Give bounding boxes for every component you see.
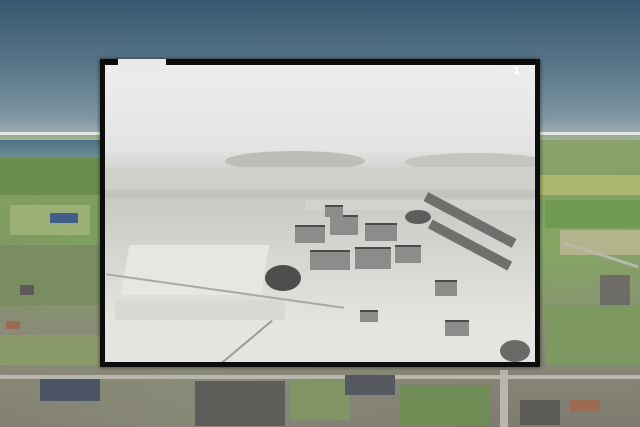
historic-photo-frame[interactable]: · · 1 (100, 59, 540, 367)
frame-number-label: 1 (513, 66, 520, 77)
aerial-viewer[interactable]: · · 1 (0, 0, 640, 427)
frame-corner-notch-icon (118, 59, 166, 74)
frame-marks: · · (498, 65, 506, 74)
historic-aerial-photo (105, 65, 535, 362)
